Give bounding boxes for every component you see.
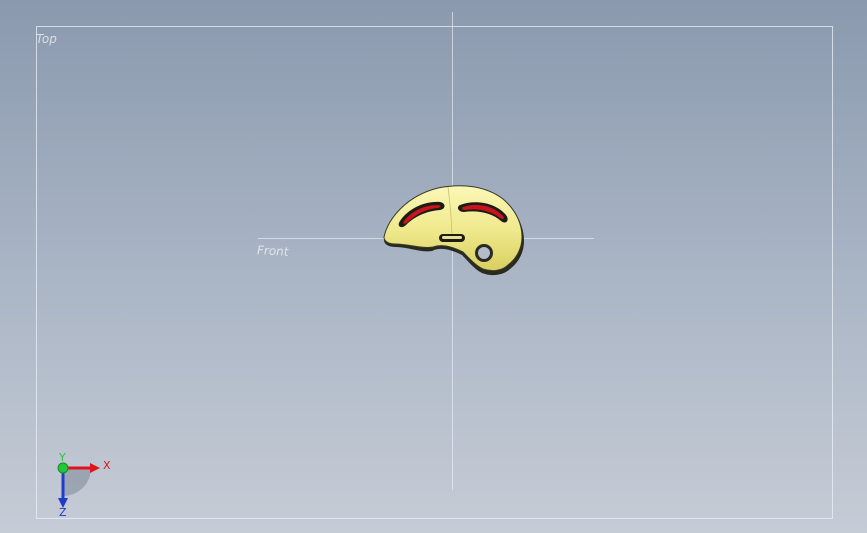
top-plane-label: Top xyxy=(36,32,57,46)
reference-triad: X Y Z xyxy=(57,452,111,518)
helmet-shell xyxy=(383,185,523,272)
side-hole-inner xyxy=(478,247,490,259)
3d-viewport[interactable]: Top Front X Y Z xyxy=(0,0,867,533)
triad-shade xyxy=(63,468,91,496)
helmet-model[interactable] xyxy=(378,183,528,280)
front-plane-label: Front xyxy=(257,243,289,259)
x-axis-arrow xyxy=(90,463,100,473)
z-axis-label: Z xyxy=(59,506,67,518)
y-axis-label: Y xyxy=(58,452,66,464)
x-axis-label: X xyxy=(103,459,111,472)
center-slot-inner xyxy=(442,236,462,239)
y-axis-dot xyxy=(57,462,69,474)
